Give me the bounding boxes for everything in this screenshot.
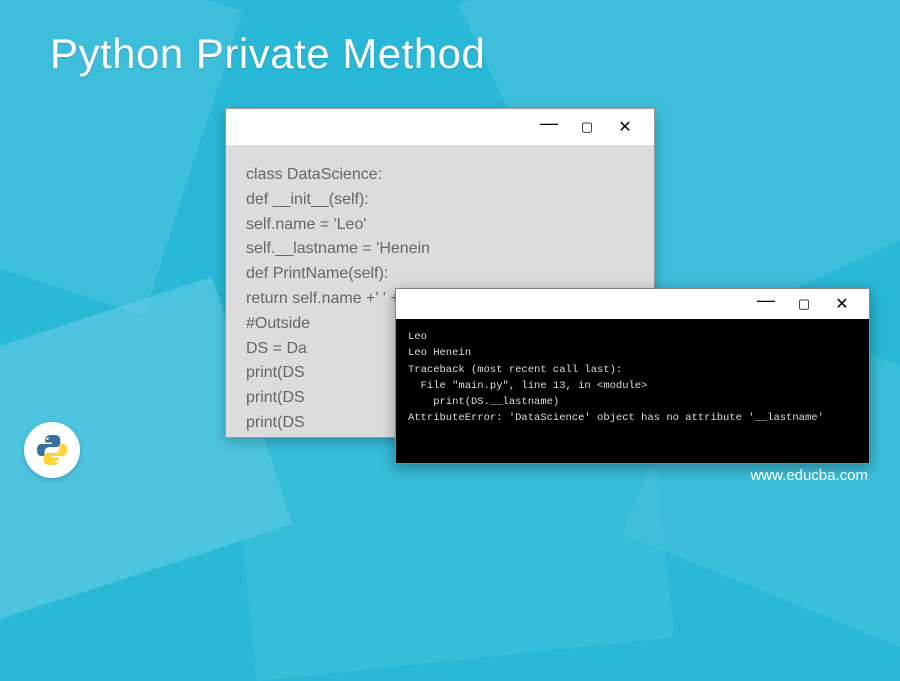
maximize-icon: ▢ bbox=[798, 296, 810, 312]
editor-titlebar: — ▢ ✕ bbox=[226, 109, 654, 145]
console-output: Leo Leo Henein Traceback (most recent ca… bbox=[396, 319, 869, 463]
console-titlebar: — ▢ ✕ bbox=[396, 289, 869, 319]
minimize-icon: — bbox=[757, 290, 775, 311]
code-line: self.__lastname = 'Henein bbox=[246, 237, 634, 262]
python-logo-icon bbox=[24, 422, 80, 478]
maximize-button[interactable]: ▢ bbox=[785, 290, 823, 318]
minimize-button[interactable]: — bbox=[530, 113, 568, 141]
code-line: class DataScience: bbox=[246, 163, 634, 188]
code-line: def PrintName(self): bbox=[246, 262, 634, 287]
console-line: Leo bbox=[408, 329, 857, 345]
maximize-icon: ▢ bbox=[581, 119, 593, 135]
console-line: Leo Henein bbox=[408, 345, 857, 361]
close-icon: ✕ bbox=[835, 294, 848, 314]
console-window: — ▢ ✕ Leo Leo Henein Traceback (most rec… bbox=[395, 288, 870, 464]
code-line: self.name = 'Leo' bbox=[246, 213, 634, 238]
console-line: Traceback (most recent call last): bbox=[408, 362, 857, 378]
console-line: print(DS.__lastname) bbox=[408, 394, 857, 410]
code-line: def __init__(self): bbox=[246, 188, 634, 213]
site-url: www.educba.com bbox=[750, 467, 868, 484]
minimize-button[interactable]: — bbox=[747, 290, 785, 318]
minimize-icon: — bbox=[540, 113, 558, 134]
close-button[interactable]: ✕ bbox=[823, 290, 861, 318]
console-line: AttributeError: 'DataScience' object has… bbox=[408, 410, 857, 426]
close-icon: ✕ bbox=[618, 117, 631, 137]
console-line: File "main.py", line 13, in <module> bbox=[408, 378, 857, 394]
close-button[interactable]: ✕ bbox=[606, 113, 644, 141]
page-title: Python Private Method bbox=[50, 30, 485, 78]
maximize-button[interactable]: ▢ bbox=[568, 113, 606, 141]
